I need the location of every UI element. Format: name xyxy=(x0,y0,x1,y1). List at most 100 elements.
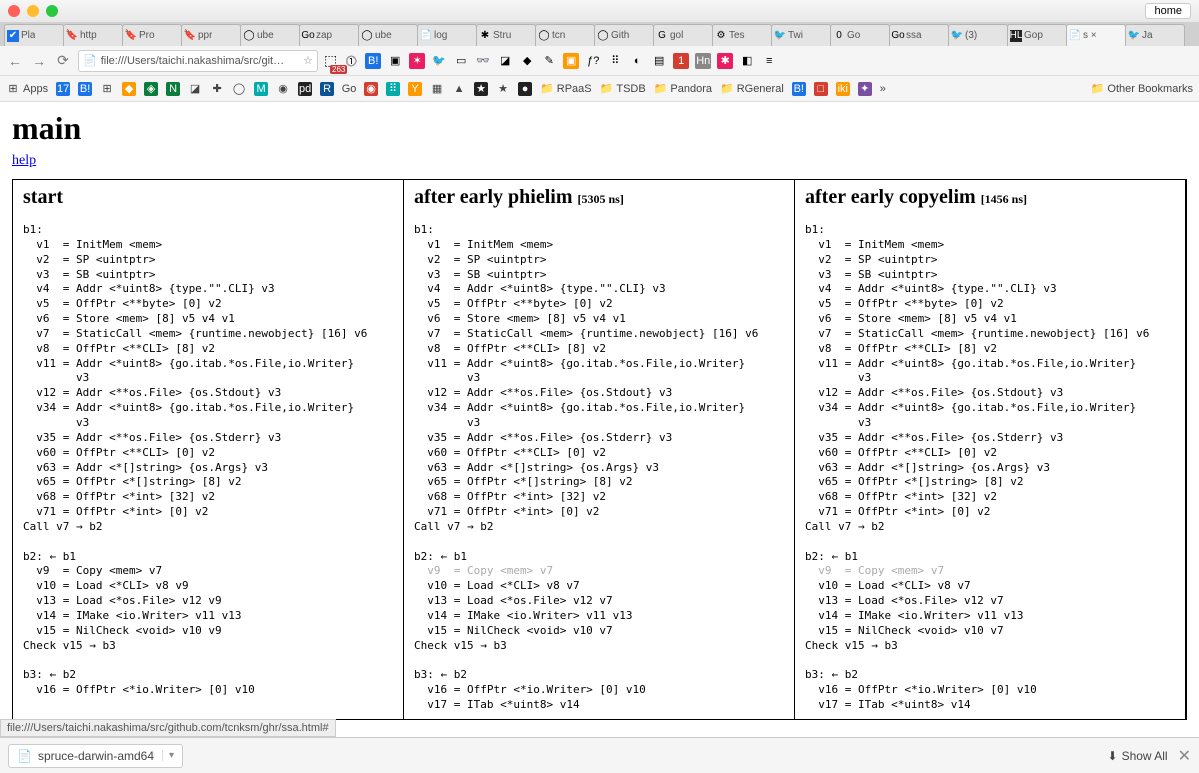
extension-icon[interactable]: Hn xyxy=(695,53,711,69)
tab-favicon: 🐦 xyxy=(774,30,786,42)
bookmark-item[interactable]: ◯ xyxy=(232,82,246,96)
browser-tab[interactable]: 🐦Ja xyxy=(1125,24,1185,46)
back-button[interactable]: ← xyxy=(6,53,24,69)
bookmark-item[interactable]: ◆ xyxy=(122,82,136,96)
browser-tab[interactable]: Gozap xyxy=(299,24,359,46)
tab-label: Pro xyxy=(139,30,155,41)
browser-tab[interactable]: 🔖http xyxy=(63,24,123,46)
bookmark-item[interactable]: ✦ xyxy=(858,82,872,96)
extension-icon[interactable]: ✱ xyxy=(717,53,733,69)
browser-tab[interactable]: 0Go xyxy=(830,24,890,46)
extension-icon[interactable]: ◪ xyxy=(497,53,513,69)
bookmark-item[interactable]: ⠿ xyxy=(386,82,400,96)
tab-favicon: 🐦 xyxy=(951,30,963,42)
extension-icon[interactable]: ƒ? xyxy=(585,53,601,69)
extension-icon[interactable]: ⠿ xyxy=(607,53,623,69)
tab-favicon: 📄 xyxy=(1069,30,1081,42)
folder-icon: 📁 xyxy=(600,82,614,95)
reload-button[interactable]: ⟳ xyxy=(54,52,72,69)
extension-icon[interactable]: 👓 xyxy=(475,53,491,69)
bookmark-icon: ★ xyxy=(496,82,510,96)
extension-icon[interactable]: B! xyxy=(365,53,381,69)
window-zoom-button[interactable] xyxy=(46,5,58,17)
bookmark-item[interactable]: N xyxy=(166,82,180,96)
bookmark-item[interactable]: ★ xyxy=(496,82,510,96)
download-item[interactable]: 📄 spruce-darwin-amd64 ▾ xyxy=(8,744,183,768)
bookmark-item[interactable]: M xyxy=(254,82,268,96)
browser-tab[interactable]: 📄s × xyxy=(1066,24,1126,46)
tab-label: Stru xyxy=(493,30,511,41)
address-bar[interactable]: 📄 file:///Users/taichi.nakashima/src/git… xyxy=(78,50,318,72)
tab-label: Pla xyxy=(21,30,35,41)
browser-tab[interactable]: ✱Stru xyxy=(476,24,536,46)
extension-icon[interactable]: ◐ xyxy=(629,53,645,69)
extension-icon[interactable]: ▤ xyxy=(651,53,667,69)
bookmark-item[interactable]: ◈ xyxy=(144,82,158,96)
home-button[interactable]: home xyxy=(1145,3,1191,19)
browser-tab[interactable]: 🔖ppr xyxy=(181,24,241,46)
extension-icon[interactable]: ⬚ 263 xyxy=(324,52,337,70)
bookmark-item[interactable]: 17 xyxy=(56,82,70,96)
browser-toolbar: ← → ⟳ 📄 file:///Users/taichi.nakashima/s… xyxy=(0,46,1199,76)
bookmark-folder[interactable]: 📁TSDB xyxy=(600,82,646,95)
download-menu-chevron-icon[interactable]: ▾ xyxy=(162,750,174,761)
bookmark-item[interactable]: Y xyxy=(408,82,422,96)
tab-favicon: ⚙ xyxy=(715,30,727,42)
bookmark-item[interactable]: ⊞ xyxy=(100,82,114,96)
extension-icon[interactable]: 🐦 xyxy=(431,53,447,69)
bookmark-item[interactable]: ▦ xyxy=(430,82,444,96)
browser-tab[interactable]: ◯tcn xyxy=(535,24,595,46)
bookmark-item[interactable]: iki xyxy=(836,82,850,96)
bookmark-folder[interactable]: 📁Pandora xyxy=(654,82,712,95)
bookmark-item[interactable]: B! xyxy=(792,82,806,96)
bookmark-item[interactable]: pd xyxy=(298,82,312,96)
bookmark-item[interactable]: ✚ xyxy=(210,82,224,96)
forward-button[interactable]: → xyxy=(30,53,48,69)
bookmark-item[interactable]: B! xyxy=(78,82,92,96)
bookmark-item[interactable]: ▲ xyxy=(452,82,466,96)
extension-icon[interactable]: ≡ xyxy=(761,53,777,69)
other-bookmarks[interactable]: 📁Other Bookmarks xyxy=(1091,82,1193,95)
browser-tab[interactable]: 🔖Pro xyxy=(122,24,182,46)
extension-icon[interactable]: ▭ xyxy=(453,53,469,69)
window-minimize-button[interactable] xyxy=(27,5,39,17)
extension-icon[interactable]: ◆ xyxy=(519,53,535,69)
browser-tab[interactable]: ◯Gith xyxy=(594,24,654,46)
browser-tab[interactable]: Gossa xyxy=(889,24,949,46)
browser-tab[interactable]: ◯ube xyxy=(358,24,418,46)
extension-icon[interactable]: ▣ xyxy=(387,53,403,69)
close-download-shelf-button[interactable]: ✕ xyxy=(1178,746,1191,766)
browser-tab[interactable]: 🐦Twi xyxy=(771,24,831,46)
browser-tab[interactable]: ⚙Tes xyxy=(712,24,772,46)
panel-title: after early phielim [5305 ns] xyxy=(414,186,784,209)
bookmark-folder[interactable]: 📁RPaaS xyxy=(540,82,592,95)
bookmark-item[interactable]: ◉ xyxy=(364,82,378,96)
bookmarks-overflow-icon[interactable]: » xyxy=(880,83,886,95)
show-all-downloads-button[interactable]: ⬇ Show All xyxy=(1108,749,1168,763)
bookmark-item[interactable]: □ xyxy=(814,82,828,96)
browser-tab[interactable]: ✔Pla xyxy=(4,24,64,46)
bookmark-item[interactable]: ◉ xyxy=(276,82,290,96)
browser-tab[interactable]: ◯ube xyxy=(240,24,300,46)
bookmark-icon: N xyxy=(166,82,180,96)
extension-icon[interactable]: ▣ xyxy=(563,53,579,69)
bookmark-item[interactable]: ● xyxy=(518,82,532,96)
window-close-button[interactable] xyxy=(8,5,20,17)
help-link[interactable]: help xyxy=(12,153,36,168)
bookmark-star-icon[interactable]: ☆ xyxy=(303,54,313,67)
bookmark-item[interactable]: ★ xyxy=(474,82,488,96)
browser-tab[interactable]: 🐦(3) xyxy=(948,24,1008,46)
browser-tab[interactable]: 📄log xyxy=(417,24,477,46)
bookmark-item[interactable]: ⊞Apps xyxy=(6,82,48,96)
bookmark-item[interactable]: ◪ xyxy=(188,82,202,96)
bookmark-item[interactable]: R xyxy=(320,82,334,96)
browser-tab[interactable]: HLGop xyxy=(1007,24,1067,46)
browser-tab[interactable]: Ggol xyxy=(653,24,713,46)
extension-icon[interactable]: 1 xyxy=(673,53,689,69)
bookmark-label: Apps xyxy=(23,83,48,95)
bookmark-folder[interactable]: 📁RGeneral xyxy=(720,82,784,95)
extension-icon[interactable]: ◧ xyxy=(739,53,755,69)
extension-icon[interactable]: ✶ xyxy=(409,53,425,69)
extension-icon[interactable]: ✎ xyxy=(541,53,557,69)
bookmark-item[interactable]: Go xyxy=(342,82,356,96)
